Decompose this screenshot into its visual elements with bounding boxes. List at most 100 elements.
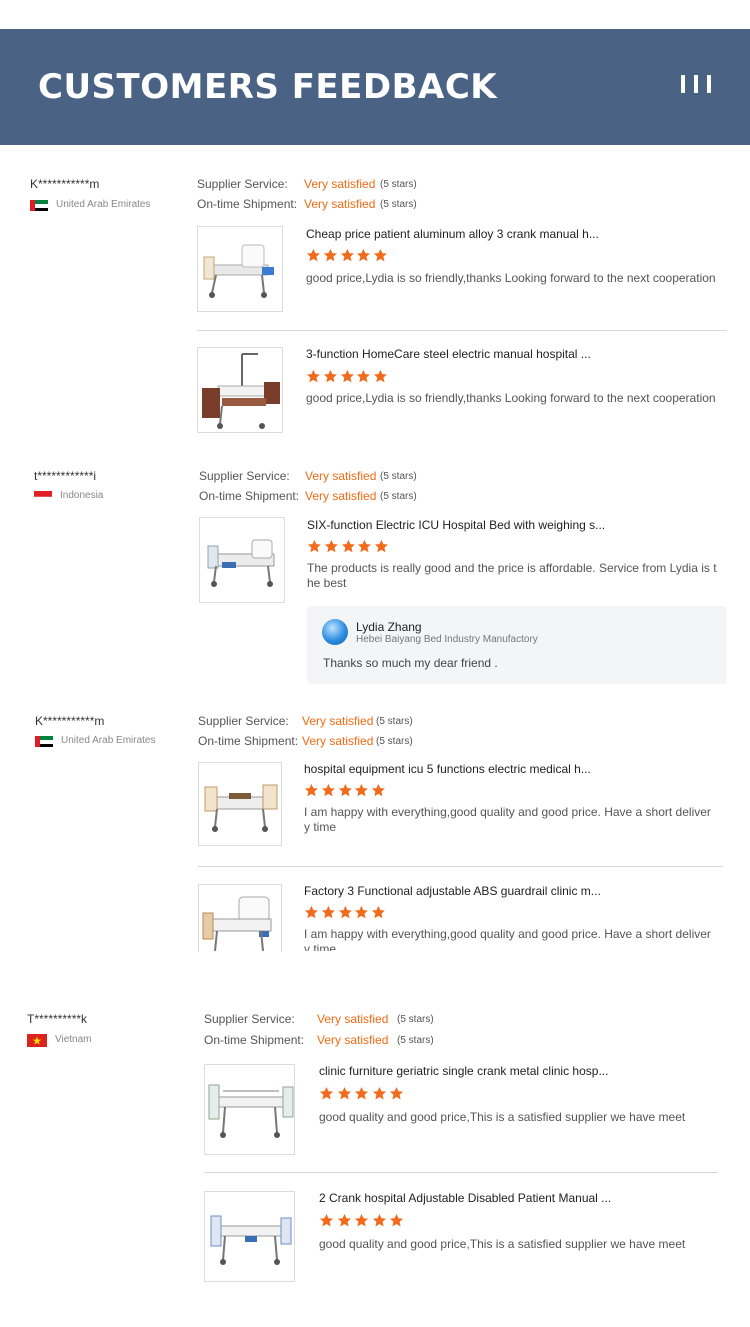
hospital-bed-image [207,539,275,587]
star-icon [338,783,352,797]
product-rating [319,1086,407,1102]
product-thumbnail[interactable] [197,347,283,433]
product-thumbnail[interactable] [198,884,282,952]
hospital-bed-image [208,1084,294,1138]
divider [197,330,727,331]
product-name[interactable]: SIX-function Electric ICU Hospital Bed w… [307,518,605,532]
hospital-bed-image [202,896,272,952]
shipment-label: On-time Shipment: [204,1033,305,1047]
star-icon [306,369,320,383]
star-icon [321,905,335,919]
star-icon [374,369,388,383]
buyer-country: United Arab Emirates [56,199,151,210]
divider [204,1172,718,1173]
supplier-service-label: Supplier Service: [198,714,289,728]
star-icon [372,905,386,919]
buyer-country: United Arab Emirates [61,735,156,746]
product-name[interactable]: clinic furniture geriatric single crank … [319,1064,608,1078]
product-comment: The products is really good and the pric… [307,561,717,590]
uae-flag-icon [35,735,53,747]
product-name[interactable]: 3-function HomeCare steel electric manua… [306,347,591,361]
hospital-bed-image [204,784,278,832]
buyer-country: Vietnam [55,1034,92,1045]
product-thumbnail[interactable] [204,1191,295,1282]
product-comment: I am happy with everything,good quality … [304,927,711,951]
page-title: CUSTOMERS FEEDBACK [38,67,498,107]
hospital-bed-image [210,1215,292,1265]
product-thumbnail[interactable] [198,762,282,846]
shipment-stars: (5 stars) [380,491,417,502]
vietnam-flag-icon [27,1034,47,1047]
star-icon [390,1086,404,1100]
product-name[interactable]: Cheap price patient aluminum alloy 3 cra… [306,227,599,241]
shipment-label: On-time Shipment: [198,734,299,748]
star-icon [358,539,372,553]
star-icon [304,783,318,797]
product-name[interactable]: Factory 3 Functional adjustable ABS guar… [304,884,601,898]
shipment-value: Very satisfied [304,197,376,211]
supplier-service-stars: (5 stars) [397,1014,434,1025]
star-icon [355,1213,369,1227]
star-icon [390,1213,404,1227]
star-icon [319,1213,334,1227]
supplier-service-label: Supplier Service: [204,1012,295,1026]
buyer-country: Indonesia [60,490,104,501]
indonesia-flag-icon [34,490,52,502]
shipment-stars: (5 stars) [380,199,417,210]
buyer-name: t************i [34,469,97,483]
star-icon [304,905,318,919]
product-comment: good quality and good price,This is a sa… [319,1110,686,1124]
uae-flag-icon [30,199,48,211]
shipment-label: On-time Shipment: [199,489,300,503]
product-rating [304,783,388,799]
star-icon [338,905,352,919]
shipment-value: Very satisfied [302,734,374,748]
supplier-service-value: Very satisfied [305,469,377,483]
seller-reply: Lydia Zhang Hebei Baiyang Bed Industry M… [307,606,727,684]
product-name[interactable]: hospital equipment icu 5 functions elect… [304,762,591,776]
product-thumbnail[interactable] [199,517,285,603]
product-comment: good price,Lydia is so friendly,thanks L… [306,391,716,405]
seller-avatar [322,619,348,645]
buyer-name: K***********m [35,714,105,728]
product-thumbnail[interactable] [204,1064,295,1155]
star-icon [306,248,320,262]
star-icon [372,783,386,797]
star-icon [375,539,389,553]
star-icon [307,539,321,553]
star-icon [319,1086,334,1100]
star-icon [323,369,337,383]
product-rating [307,539,391,555]
supplier-service-stars: (5 stars) [380,179,417,190]
product-rating [304,905,388,921]
bars-icon [681,75,711,93]
product-name[interactable]: 2 Crank hospital Adjustable Disabled Pat… [319,1191,611,1205]
star-icon [374,248,388,262]
buyer-name: T**********k [27,1012,88,1026]
star-icon [337,1213,351,1227]
seller-name: Lydia Zhang [356,620,422,634]
star-icon [357,369,371,383]
product-comment: I am happy with everything,good quality … [304,805,711,834]
star-icon [357,248,371,262]
shipment-stars: (5 stars) [376,736,413,747]
feedback-header: CUSTOMERS FEEDBACK [0,29,750,145]
product-rating [319,1213,407,1229]
shipment-value: Very satisfied [305,489,377,503]
shipment-value: Very satisfied [317,1033,389,1047]
product-comment: good price,Lydia is so friendly,thanks L… [306,271,716,285]
product-thumbnail[interactable] [197,226,283,312]
hospital-bed-image [202,353,280,429]
supplier-service-value: Very satisfied [317,1012,389,1026]
seller-reply-text: Thanks so much my dear friend . [323,656,498,670]
product-comment: good quality and good price,This is a sa… [319,1237,686,1251]
star-icon [321,783,335,797]
shipment-stars: (5 stars) [397,1035,434,1046]
star-icon [355,783,369,797]
star-icon [355,905,369,919]
product-rating [306,248,390,264]
star-icon [324,539,338,553]
buyer-name: K***********m [30,177,100,191]
product-rating [306,369,390,385]
star-icon [372,1086,386,1100]
